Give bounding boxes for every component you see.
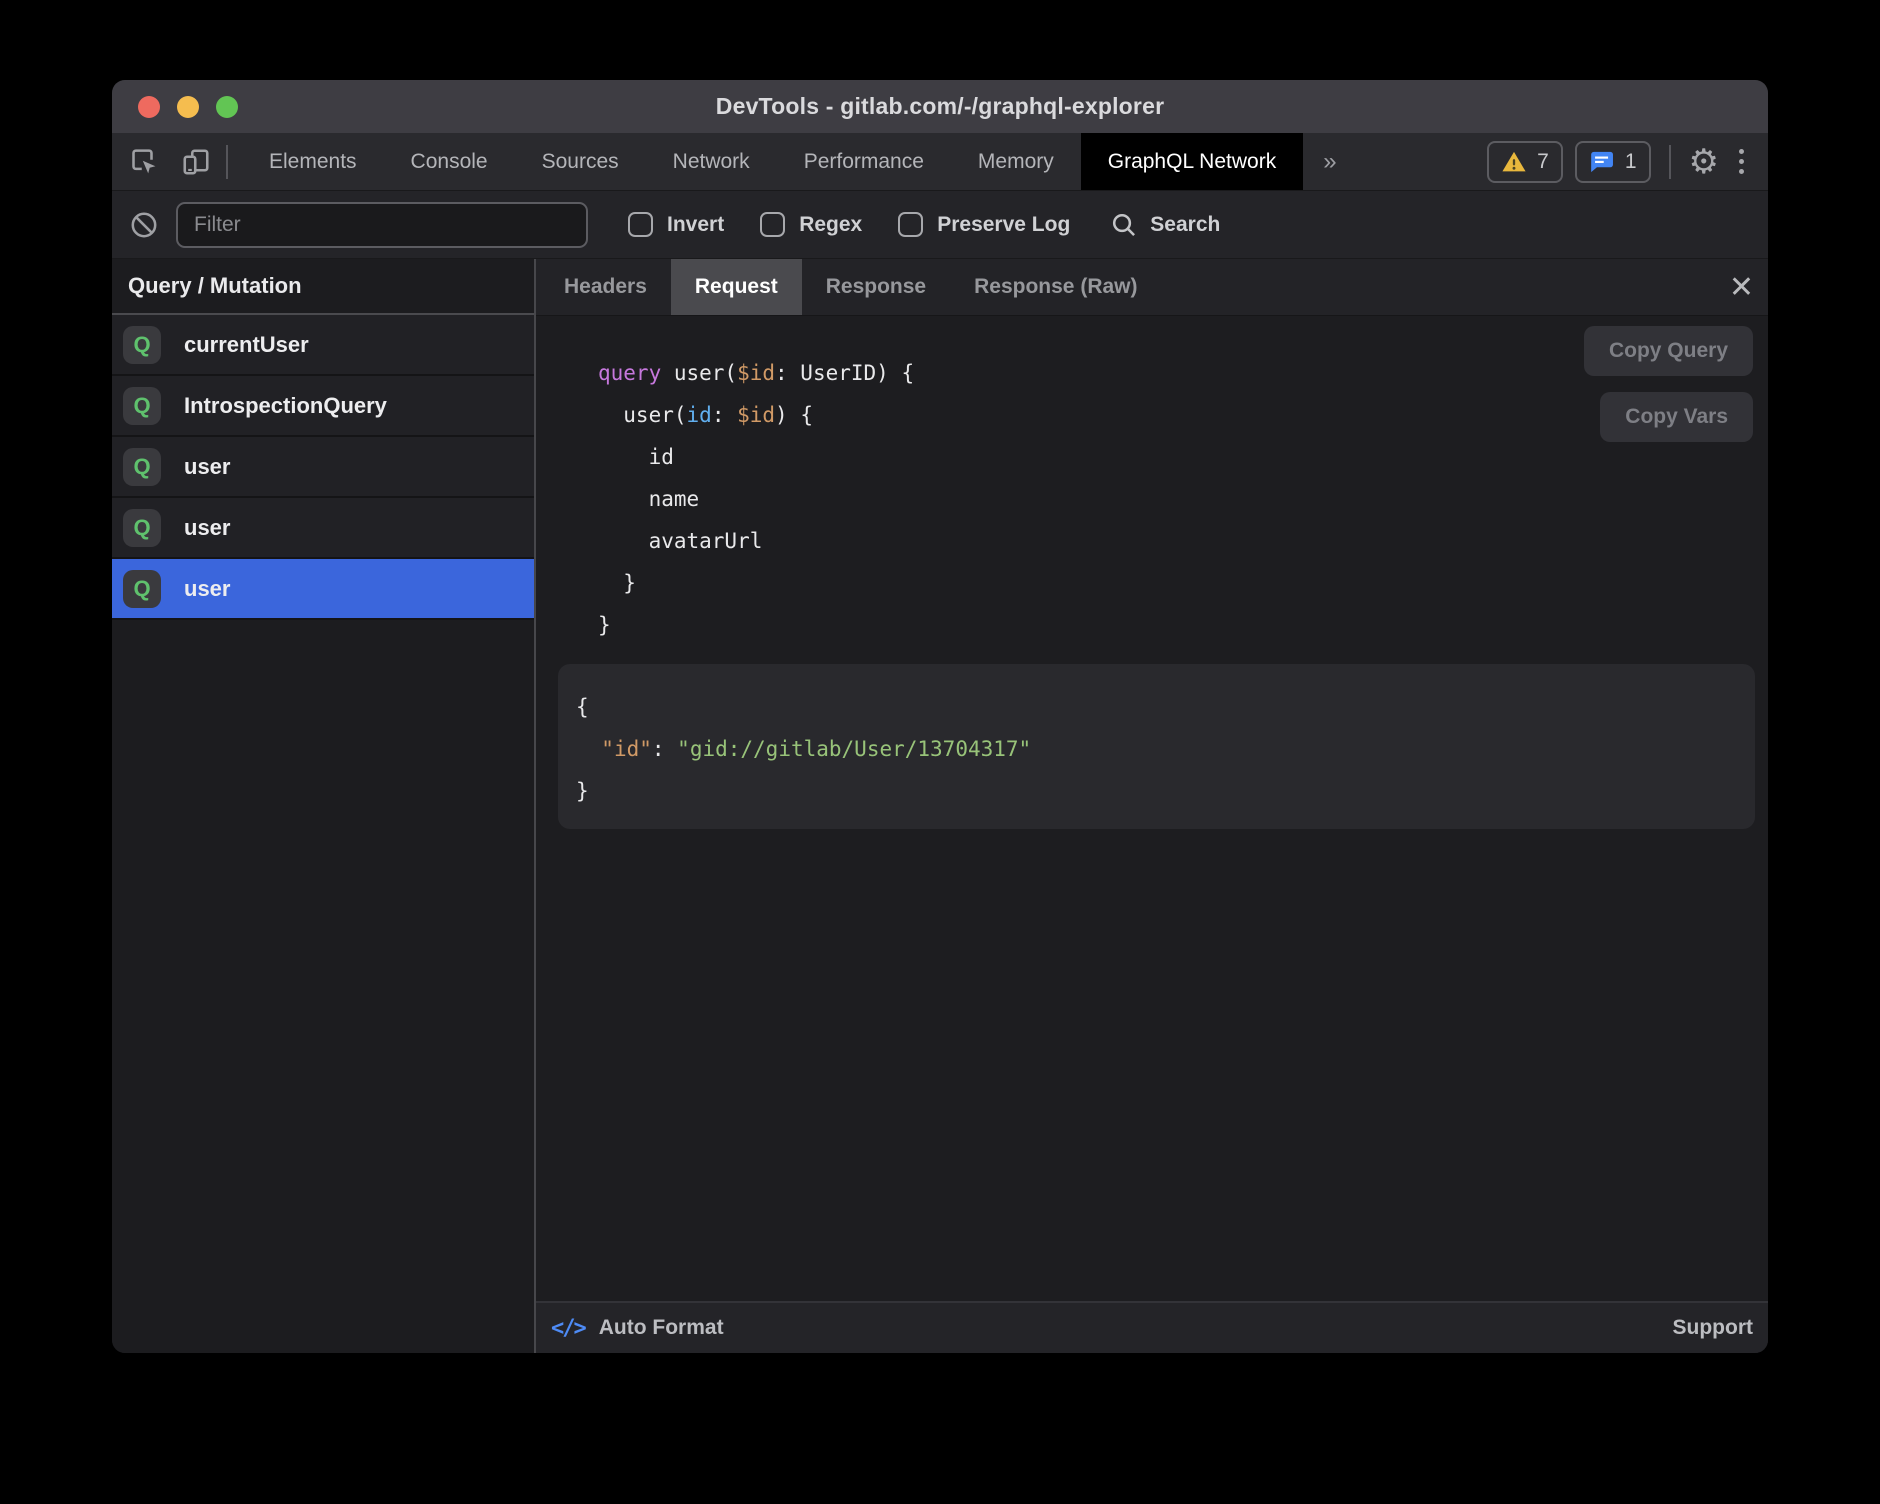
toolbar-divider xyxy=(226,145,228,179)
message-count: 1 xyxy=(1625,150,1637,174)
query-type-badge: Q xyxy=(123,326,161,364)
code-line: id xyxy=(598,436,1768,478)
checkbox-regex[interactable]: Regex xyxy=(760,212,862,237)
query-name-label: user xyxy=(184,515,230,541)
query-type-badge: Q xyxy=(123,509,161,547)
code-line: user(id: $id) { xyxy=(598,394,1768,436)
auto-format-button[interactable]: Auto Format xyxy=(599,1316,724,1340)
copy-vars-button[interactable]: Copy Vars xyxy=(1600,392,1753,442)
minimize-window-icon[interactable] xyxy=(177,96,199,118)
kebab-menu-icon[interactable] xyxy=(1731,149,1752,174)
chat-bubble-icon xyxy=(1589,150,1615,174)
support-link[interactable]: Support xyxy=(1673,1316,1753,1340)
copy-query-button[interactable]: Copy Query xyxy=(1584,326,1753,376)
query-variables-code: { "id": "gid://gitlab/User/13704317"} xyxy=(576,686,1735,812)
query-list-item-currentuser-0[interactable]: QcurrentUser xyxy=(112,315,534,376)
query-list-item-introspectionquery-1[interactable]: Q IntrospectionQuery xyxy=(112,376,534,437)
controls-divider xyxy=(1669,145,1671,179)
tabbar-right-controls: 7 1 ⚙ xyxy=(1487,133,1768,190)
warnings-badge[interactable]: 7 xyxy=(1487,141,1563,183)
code-line: } xyxy=(598,562,1768,604)
query-name-label: currentUser xyxy=(184,332,309,358)
detail-tabbar: HeadersRequestResponseResponse (Raw) ✕ xyxy=(536,259,1768,316)
filter-toolbar: Invert Regex Preserve Log Search xyxy=(112,191,1768,259)
query-list-sidebar: Query / Mutation QcurrentUserQIntrospect… xyxy=(112,259,534,1353)
detail-tab-strip: HeadersRequestResponseResponse (Raw) xyxy=(536,259,1162,315)
tab-performance[interactable]: Performance xyxy=(777,133,951,190)
close-icon[interactable]: ✕ xyxy=(1729,259,1754,315)
search-label: Search xyxy=(1150,213,1220,237)
window-title: DevTools - gitlab.com/-/graphql-explorer xyxy=(716,93,1164,120)
detail-tab-response-raw[interactable]: Response (Raw) xyxy=(950,259,1161,315)
request-code-area: Copy Query Copy Vars query user($id: Use… xyxy=(536,316,1768,1301)
code-line: } xyxy=(576,770,1735,812)
checkbox-label: Invert xyxy=(667,213,724,237)
code-line: "id": "gid://gitlab/User/13704317" xyxy=(576,728,1735,770)
panel-footer: </> Auto Format Support xyxy=(536,1301,1768,1353)
checkbox-label: Preserve Log xyxy=(937,213,1070,237)
checkbox-box[interactable] xyxy=(628,212,653,237)
close-window-icon[interactable] xyxy=(138,96,160,118)
window-titlebar[interactable]: DevTools - gitlab.com/-/graphql-explorer xyxy=(112,80,1768,133)
checkbox-label: Regex xyxy=(799,213,862,237)
tab-console[interactable]: Console xyxy=(384,133,515,190)
code-line: name xyxy=(598,478,1768,520)
tab-network[interactable]: Network xyxy=(646,133,777,190)
sidebar-header: Query / Mutation xyxy=(112,259,534,315)
magnifier-icon xyxy=(1110,211,1138,239)
tab-graphql-network[interactable]: GraphQL Network xyxy=(1081,133,1303,190)
traffic-lights xyxy=(138,80,238,133)
request-detail-panel: HeadersRequestResponseResponse (Raw) ✕ C… xyxy=(536,259,1768,1353)
warning-count: 7 xyxy=(1537,150,1549,174)
query-list-item-user-4[interactable]: Quser xyxy=(112,559,534,620)
tab-elements[interactable]: Elements xyxy=(242,133,384,190)
query-variables-box: { "id": "gid://gitlab/User/13704317"} xyxy=(558,664,1755,829)
block-circle-icon[interactable] xyxy=(128,209,160,241)
inspect-cursor-icon[interactable] xyxy=(128,146,160,178)
search-toggle[interactable]: Search xyxy=(1110,211,1220,239)
warning-triangle-icon xyxy=(1501,150,1527,174)
query-type-badge: Q xyxy=(123,570,161,608)
graphql-query-code: query user($id: UserID) { user(id: $id) … xyxy=(598,352,1768,646)
query-type-badge: Q xyxy=(123,387,161,425)
content-area: Query / Mutation QcurrentUserQIntrospect… xyxy=(112,259,1768,1353)
devtools-tabbar: ElementsConsoleSourcesNetworkPerformance… xyxy=(112,133,1768,191)
detail-tab-response[interactable]: Response xyxy=(802,259,950,315)
query-name-label: user xyxy=(184,576,230,602)
checkbox-box[interactable] xyxy=(898,212,923,237)
tab-sources[interactable]: Sources xyxy=(515,133,646,190)
sidebar-header-label: Query / Mutation xyxy=(128,273,302,299)
devtools-window: DevTools - gitlab.com/-/graphql-explorer xyxy=(112,80,1768,1353)
query-name-label: IntrospectionQuery xyxy=(184,393,387,419)
code-brackets-icon: </> xyxy=(551,1316,585,1341)
code-line: avatarUrl xyxy=(598,520,1768,562)
screen: DevTools - gitlab.com/-/graphql-explorer xyxy=(0,0,1880,1504)
tab-memory[interactable]: Memory xyxy=(951,133,1081,190)
more-tabs-chevron-icon[interactable]: » xyxy=(1303,133,1356,190)
filter-input[interactable] xyxy=(176,202,588,248)
checkbox-box[interactable] xyxy=(760,212,785,237)
checkbox-invert[interactable]: Invert xyxy=(628,212,724,237)
query-name-label: user xyxy=(184,454,230,480)
query-list-item-user-3[interactable]: Quser xyxy=(112,498,534,559)
tool-icons xyxy=(112,133,212,190)
messages-badge[interactable]: 1 xyxy=(1575,141,1651,183)
gear-icon[interactable]: ⚙ xyxy=(1689,145,1719,179)
checkbox-preserve-log[interactable]: Preserve Log xyxy=(898,212,1070,237)
code-line: { xyxy=(576,686,1735,728)
checkbox-group: Invert Regex Preserve Log xyxy=(628,212,1070,237)
zoom-window-icon[interactable] xyxy=(216,96,238,118)
main-tab-strip: ElementsConsoleSourcesNetworkPerformance… xyxy=(242,133,1303,190)
detail-tab-request[interactable]: Request xyxy=(671,259,802,315)
sidebar-rows: QcurrentUserQIntrospectionQueryQuserQuse… xyxy=(112,315,534,620)
device-toolbar-icon[interactable] xyxy=(180,146,212,178)
code-line: } xyxy=(598,604,1768,646)
detail-tab-headers[interactable]: Headers xyxy=(540,259,671,315)
query-type-badge: Q xyxy=(123,448,161,486)
query-list-item-user-2[interactable]: Quser xyxy=(112,437,534,498)
